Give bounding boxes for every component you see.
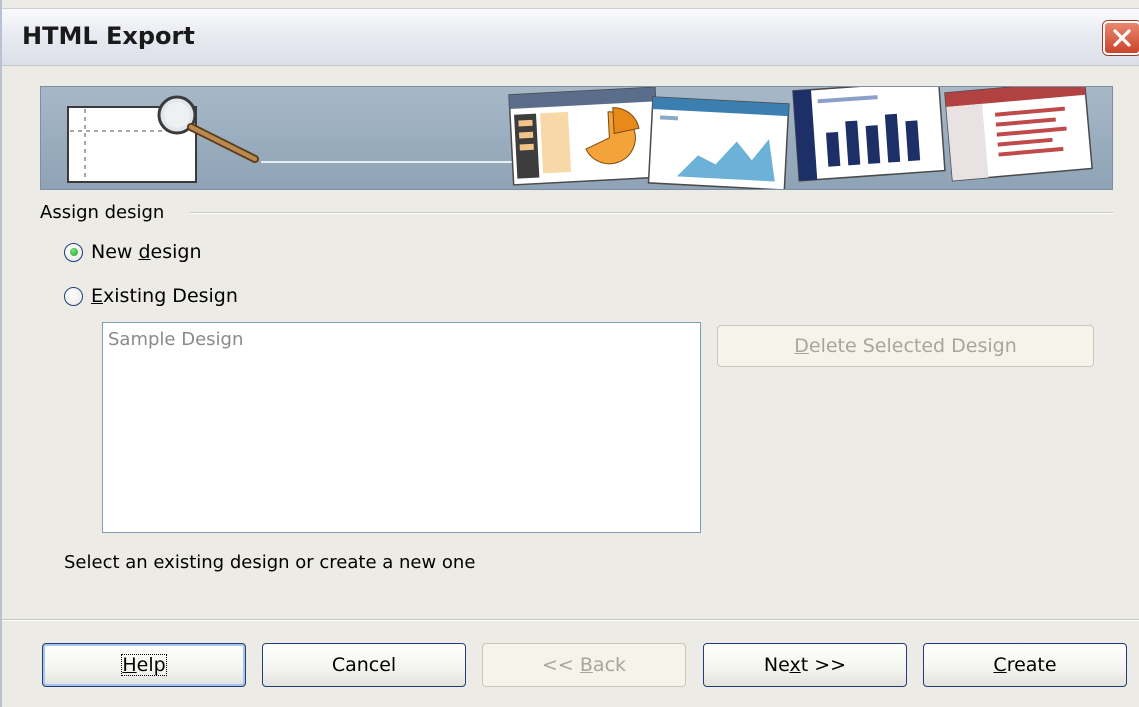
hint-text: Select an existing design or create a ne… bbox=[64, 552, 476, 573]
next-button[interactable]: Next >> bbox=[703, 643, 907, 687]
delete-button-label: Delete Selected Design bbox=[794, 335, 1017, 357]
new-design-radio[interactable]: New design bbox=[64, 238, 202, 266]
cancel-button[interactable]: Cancel bbox=[262, 643, 466, 687]
banner-illustration bbox=[67, 87, 1093, 189]
button-separator bbox=[2, 619, 1139, 621]
new-design-label: New design bbox=[91, 241, 202, 263]
cancel-button-label: Cancel bbox=[331, 654, 397, 676]
create-button-label: Create bbox=[993, 654, 1057, 676]
assign-design-legend: Assign design bbox=[40, 202, 165, 223]
help-button-label: Help bbox=[121, 654, 167, 676]
close-icon bbox=[1113, 29, 1131, 47]
radio-indicator-checked[interactable] bbox=[64, 242, 83, 262]
html-export-dialog: HTML Export Assign design New design Exi… bbox=[0, 0, 1139, 707]
wizard-banner bbox=[40, 86, 1113, 190]
close-button[interactable] bbox=[1103, 21, 1139, 55]
group-separator bbox=[190, 212, 1113, 214]
title-bar[interactable]: HTML Export bbox=[2, 8, 1139, 66]
help-button[interactable]: Help bbox=[42, 643, 246, 687]
existing-design-label: Existing Design bbox=[91, 285, 238, 307]
existing-design-radio[interactable]: Existing Design bbox=[64, 282, 238, 310]
back-button-label: << Back bbox=[541, 654, 627, 676]
back-button[interactable]: << Back bbox=[482, 643, 686, 687]
delete-selected-design-button[interactable]: Delete Selected Design bbox=[717, 325, 1094, 367]
window-title: HTML Export bbox=[22, 22, 195, 50]
design-listbox[interactable]: Sample Design bbox=[102, 322, 701, 533]
create-button[interactable]: Create bbox=[923, 643, 1127, 687]
list-item[interactable]: Sample Design bbox=[108, 329, 243, 350]
radio-indicator-unchecked[interactable] bbox=[64, 286, 83, 306]
next-button-label: Next >> bbox=[763, 654, 847, 676]
